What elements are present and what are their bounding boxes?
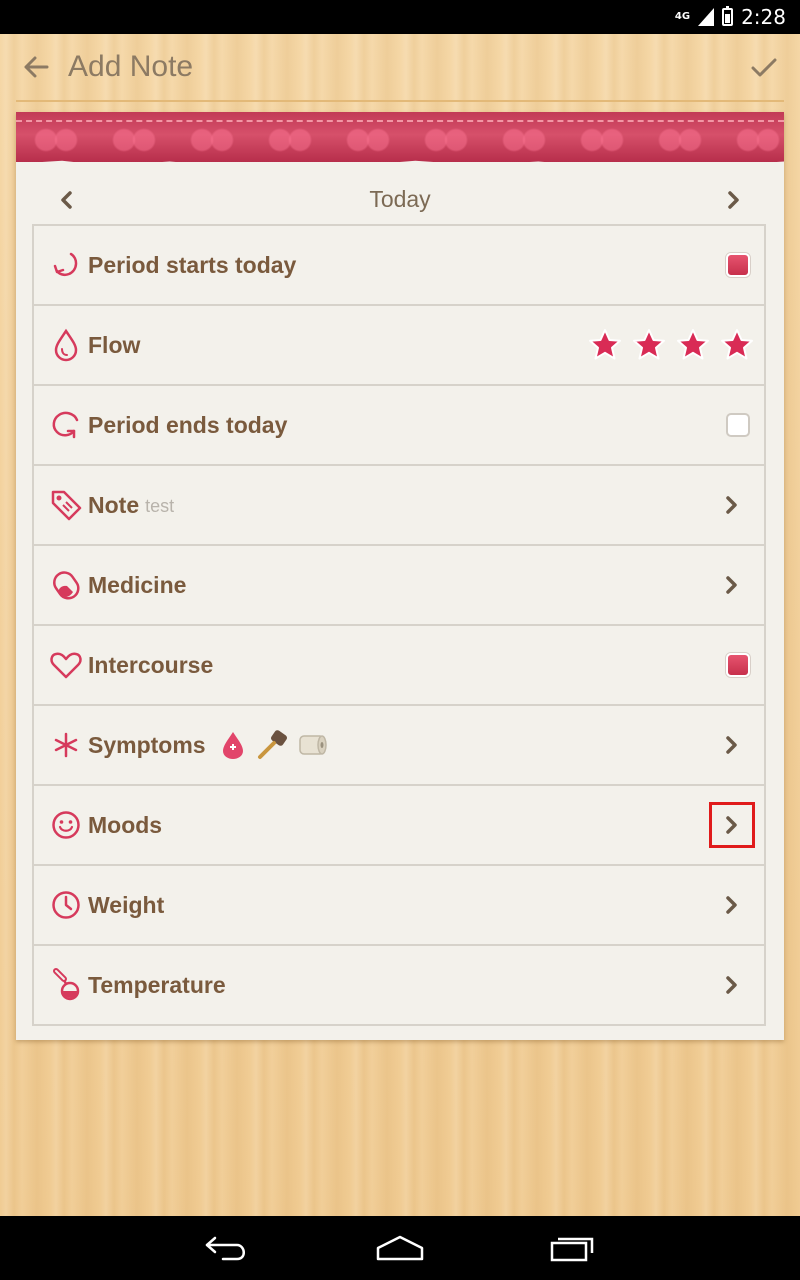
flow-rating xyxy=(584,306,754,384)
date-label: Today xyxy=(369,186,431,212)
back-icon xyxy=(205,1236,245,1261)
period-ends-checkbox[interactable] xyxy=(726,413,750,437)
row-weight[interactable]: Weight xyxy=(34,866,764,946)
star-icon[interactable] xyxy=(720,328,754,362)
row-label: Temperature xyxy=(88,971,226,998)
chevron-right-icon xyxy=(726,816,737,834)
tag-icon xyxy=(46,485,86,525)
star-icon[interactable] xyxy=(676,328,710,362)
date-navigator: Today xyxy=(16,174,784,224)
arrow-left-icon xyxy=(24,56,49,78)
page-title: Add Note xyxy=(68,50,194,83)
status-bar: 4G 2:28 xyxy=(0,0,800,34)
temperature-chevron-button[interactable] xyxy=(714,967,750,1003)
next-day-button[interactable] xyxy=(716,182,752,218)
period-starts-checkbox[interactable] xyxy=(726,253,750,277)
smiley-icon xyxy=(46,805,86,845)
network-type: 4G xyxy=(674,11,691,22)
hammer-icon xyxy=(257,730,287,759)
medicine-chevron-button[interactable] xyxy=(714,567,750,603)
app-bar: Add Note xyxy=(16,34,784,102)
home-icon xyxy=(376,1235,424,1261)
row-label: Symptoms xyxy=(88,731,206,758)
chevron-right-icon xyxy=(726,976,737,994)
chevron-right-icon xyxy=(728,191,739,209)
row-label: Period starts today xyxy=(88,251,297,278)
signal-icon xyxy=(698,8,715,26)
symptoms-chevron-button[interactable] xyxy=(714,727,750,763)
row-label: Medicine xyxy=(88,571,187,598)
decorative-ribbon xyxy=(16,112,784,162)
pill-icon xyxy=(46,565,86,605)
battery-icon xyxy=(722,6,734,26)
toilet-paper-icon xyxy=(298,735,327,755)
system-nav-bar xyxy=(0,1216,800,1280)
moods-chevron-button[interactable] xyxy=(709,802,755,848)
done-button[interactable] xyxy=(746,50,782,86)
status-time: 2:28 xyxy=(741,5,786,29)
recents-icon xyxy=(551,1237,594,1262)
row-label: Intercourse xyxy=(88,651,214,678)
period-start-icon xyxy=(46,245,86,285)
clock-icon xyxy=(46,885,86,925)
period-end-icon xyxy=(46,405,86,445)
nav-back-button[interactable] xyxy=(197,1228,257,1268)
drop-icon xyxy=(46,325,86,365)
note-chevron-button[interactable] xyxy=(714,487,750,523)
star-icon[interactable] xyxy=(632,328,666,362)
row-medicine[interactable]: Medicine xyxy=(34,546,764,626)
blood-drop-icon xyxy=(222,732,243,759)
checkmark-icon xyxy=(751,58,777,77)
row-note[interactable]: Note test xyxy=(34,466,764,546)
row-label: Period ends today xyxy=(88,411,288,438)
back-button[interactable] xyxy=(18,49,54,85)
row-symptoms[interactable]: Symptoms xyxy=(34,706,764,786)
chevron-right-icon xyxy=(726,496,737,514)
chevron-right-icon xyxy=(726,896,737,914)
note-preview: test xyxy=(145,496,175,516)
nav-recents-button[interactable] xyxy=(543,1228,603,1268)
chevron-right-icon xyxy=(726,576,737,594)
row-label: Flow xyxy=(88,331,141,358)
weight-chevron-button[interactable] xyxy=(714,887,750,923)
row-intercourse[interactable]: Intercourse xyxy=(34,626,764,706)
row-period-starts[interactable]: Period starts today xyxy=(34,226,764,306)
row-period-ends[interactable]: Period ends today xyxy=(34,386,764,466)
row-moods[interactable]: Moods xyxy=(34,786,764,866)
intercourse-checkbox[interactable] xyxy=(726,653,750,677)
row-temperature[interactable]: Temperature xyxy=(34,946,764,1024)
heart-icon xyxy=(46,645,86,685)
row-flow[interactable]: Flow xyxy=(34,306,764,386)
entry-list: Period starts today Flow Period ends tod… xyxy=(32,224,766,1026)
note-card: Today Period starts today Flow Period en… xyxy=(16,112,784,1040)
asterisk-icon xyxy=(46,725,86,765)
chevron-right-icon xyxy=(726,736,737,754)
thermometer-icon xyxy=(46,965,86,1005)
row-label: Moods xyxy=(88,811,163,838)
row-label: Note xyxy=(88,491,140,518)
star-icon[interactable] xyxy=(588,328,622,362)
nav-home-button[interactable] xyxy=(370,1228,430,1268)
row-label: Weight xyxy=(88,891,165,918)
